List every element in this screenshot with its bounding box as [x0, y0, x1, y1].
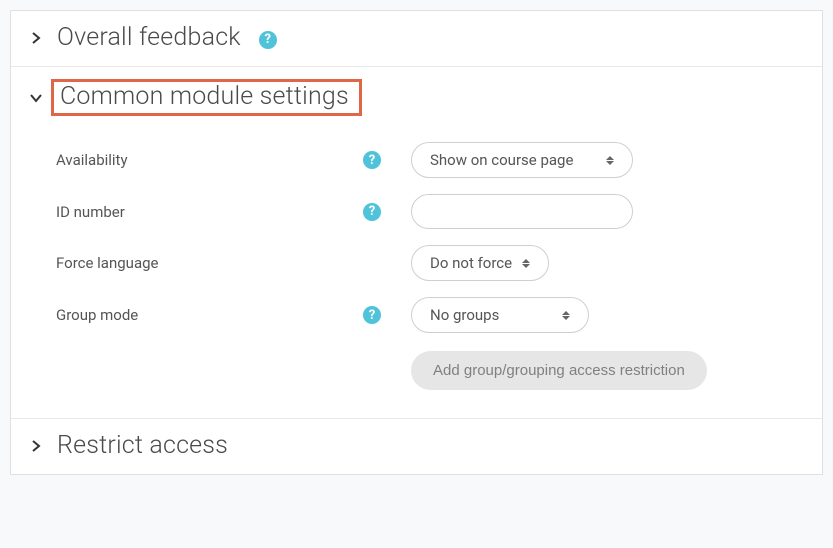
- row-group-restriction-button: Add group/grouping access restriction: [56, 341, 804, 400]
- id-number-input[interactable]: [411, 194, 633, 229]
- label-text: Group mode: [56, 306, 138, 324]
- section-body-common-module: Availability Show on course page ID numb…: [11, 130, 822, 418]
- section-header-restrict-access[interactable]: Restrict access: [11, 419, 822, 474]
- sort-caret-icon: [606, 156, 614, 165]
- section-header-overall-feedback[interactable]: Overall feedback: [11, 11, 822, 66]
- help-icon[interactable]: [363, 151, 381, 169]
- chevron-right-icon: [29, 31, 43, 45]
- row-availability: Availability Show on course page: [56, 134, 804, 186]
- label-text: Availability: [56, 151, 128, 169]
- help-icon[interactable]: [363, 306, 381, 324]
- label-text: Force language: [56, 254, 158, 272]
- section-header-common-module[interactable]: Common module settings: [11, 67, 822, 130]
- sort-caret-icon: [522, 259, 530, 268]
- row-id-number: ID number: [56, 186, 804, 237]
- settings-panel: Overall feedback Common module settings …: [10, 10, 823, 475]
- chevron-right-icon: [29, 439, 43, 453]
- section-common-module-settings: Common module settings Availability Show…: [11, 67, 822, 419]
- chevron-down-icon: [29, 91, 43, 105]
- select-value: Do not force: [430, 254, 512, 272]
- help-icon[interactable]: [259, 31, 277, 49]
- force-language-select[interactable]: Do not force: [411, 245, 549, 281]
- add-group-restriction-button[interactable]: Add group/grouping access restriction: [411, 351, 707, 390]
- row-group-mode: Group mode No groups: [56, 289, 804, 341]
- label-text: ID number: [56, 203, 125, 221]
- availability-select[interactable]: Show on course page: [411, 142, 633, 178]
- label-group-mode: Group mode: [56, 306, 411, 324]
- section-title: Restrict access: [57, 431, 228, 460]
- select-value: No groups: [430, 306, 499, 324]
- section-overall-feedback: Overall feedback: [11, 11, 822, 67]
- row-force-language: Force language Do not force: [56, 237, 804, 289]
- select-value: Show on course page: [430, 151, 573, 169]
- help-icon[interactable]: [363, 203, 381, 221]
- section-title: Overall feedback: [57, 23, 241, 52]
- label-id-number: ID number: [56, 203, 411, 221]
- sort-caret-icon: [562, 311, 570, 320]
- label-availability: Availability: [56, 151, 411, 169]
- label-force-language: Force language: [56, 254, 411, 272]
- group-mode-select[interactable]: No groups: [411, 297, 589, 333]
- section-title: Common module settings: [51, 79, 362, 116]
- section-restrict-access: Restrict access: [11, 419, 822, 474]
